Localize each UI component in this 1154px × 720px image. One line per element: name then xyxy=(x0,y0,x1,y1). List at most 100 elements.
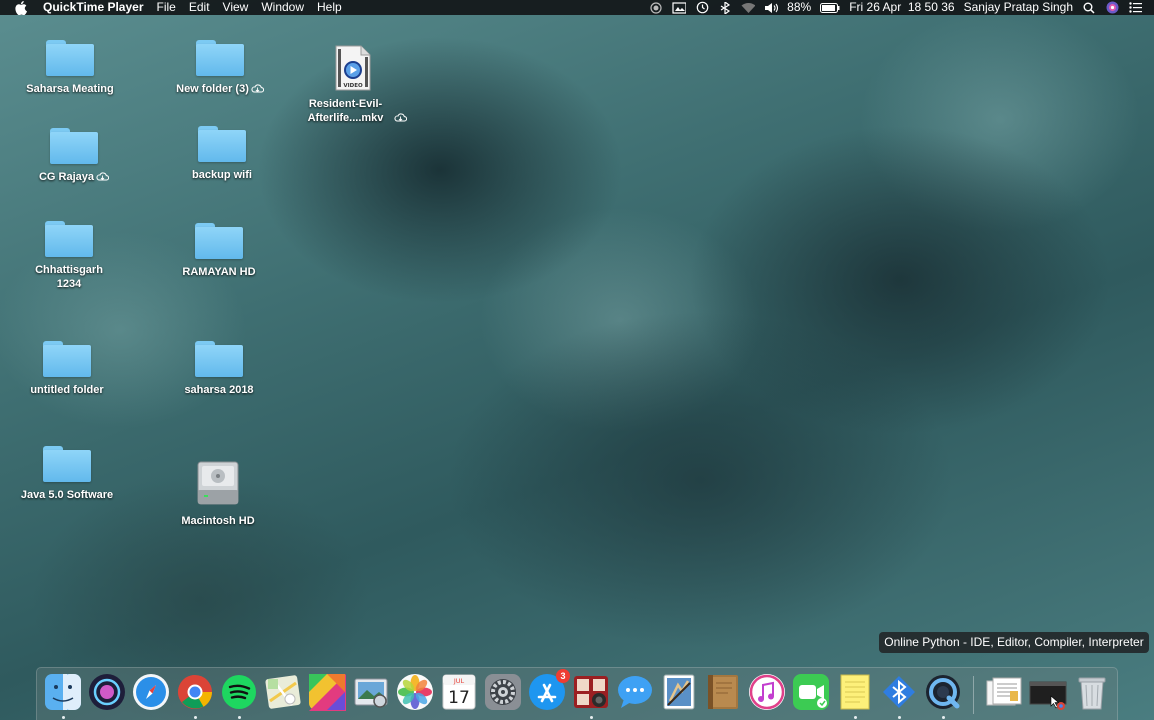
desktop-folder-new-folder-3[interactable]: New folder (3) xyxy=(160,40,280,96)
calendar-day: 17 xyxy=(448,688,470,708)
siri-icon xyxy=(89,674,125,710)
running-indicator xyxy=(898,716,901,719)
dock-facetime[interactable] xyxy=(792,673,830,711)
dock-documents-stack[interactable] xyxy=(985,673,1023,711)
dock-spotify[interactable] xyxy=(220,673,258,719)
siri-menu-icon[interactable] xyxy=(1105,1,1119,14)
dock-app-store[interactable]: 3 xyxy=(528,669,570,711)
window-menu[interactable]: Window xyxy=(261,0,304,15)
spotify-icon xyxy=(222,675,256,709)
dock-trash[interactable] xyxy=(1073,673,1111,711)
calendar-month: JUL xyxy=(453,677,465,685)
trash-icon xyxy=(1078,677,1106,710)
dock-separator xyxy=(973,676,974,714)
folder-icon xyxy=(195,341,243,377)
desktop-item-label: saharsa 2018 xyxy=(184,384,254,396)
dock-system-preferences[interactable] xyxy=(484,673,522,711)
folder-icon xyxy=(46,40,94,76)
desktop-folder-chhattisgarh-1234[interactable]: Chhattisgarh 1234 xyxy=(9,221,129,291)
dock-finder[interactable] xyxy=(44,673,82,719)
safari-icon xyxy=(133,674,169,710)
dock-bluetooth[interactable] xyxy=(880,673,918,719)
dock-chrome[interactable] xyxy=(176,673,214,719)
folder-icon xyxy=(198,126,246,162)
desktop-item-label: Saharsa Meating xyxy=(26,83,114,95)
folder-icon xyxy=(195,223,243,259)
running-indicator xyxy=(194,716,197,719)
chrome-icon xyxy=(178,675,212,709)
dock-siri[interactable] xyxy=(88,673,126,711)
file-menu[interactable]: File xyxy=(157,0,176,15)
chrome-window-icon xyxy=(1029,681,1067,710)
spotlight-search-icon[interactable] xyxy=(1082,1,1096,14)
running-indicator xyxy=(62,716,65,719)
dock-preview-2[interactable] xyxy=(660,673,698,711)
folder-icon xyxy=(45,221,93,257)
desktop-folder-backup-wifi[interactable]: backup wifi xyxy=(162,126,282,182)
dock-maps[interactable] xyxy=(264,673,302,711)
edit-menu[interactable]: Edit xyxy=(189,0,210,15)
folder-icon xyxy=(50,128,98,164)
battery-icon[interactable] xyxy=(820,1,840,14)
documents-icon xyxy=(986,677,1022,706)
desktop-item-label: CG Rajaya xyxy=(38,171,95,183)
clock[interactable]: Fri 26 Apr 18 50 36 xyxy=(849,0,954,15)
desktop-item-label: backup wifi xyxy=(192,169,252,181)
help-menu[interactable]: Help xyxy=(317,0,342,15)
app-store-badge: 3 xyxy=(556,669,570,683)
dock-stickies[interactable] xyxy=(836,673,874,719)
dock-photo-booth-2[interactable] xyxy=(572,673,610,719)
desktop-item-label: RAMAYAN HD xyxy=(182,266,256,278)
hard-drive-icon xyxy=(196,460,240,506)
desktop-folder-saharsa-meating[interactable]: Saharsa Meating xyxy=(10,40,130,96)
dock-notes-book[interactable] xyxy=(704,673,742,711)
dock-calendar[interactable]: JUL 17 xyxy=(440,673,478,711)
desktop-folder-cg-rajaya[interactable]: CG Rajaya xyxy=(14,128,134,184)
quicktime-icon xyxy=(926,675,960,709)
icloud-icon xyxy=(393,113,407,122)
notification-center-icon[interactable] xyxy=(1128,1,1142,14)
wifi-icon[interactable] xyxy=(741,1,756,14)
record-icon[interactable] xyxy=(649,1,663,14)
view-menu[interactable]: View xyxy=(223,0,249,15)
video-file-icon: VIDEO xyxy=(335,45,371,91)
user-name-menu[interactable]: Sanjay Pratap Singh xyxy=(964,0,1073,15)
dock-safari[interactable] xyxy=(132,673,170,711)
dock-preview[interactable] xyxy=(352,673,390,711)
dock-photo-booth[interactable] xyxy=(308,673,346,711)
dock-chrome-window[interactable] xyxy=(1029,673,1067,711)
finder-icon xyxy=(45,674,81,710)
desktop-folder-saharsa-2018[interactable]: saharsa 2018 xyxy=(159,341,279,397)
running-indicator xyxy=(238,716,241,719)
desktop-folder-ramayan-hd[interactable]: RAMAYAN HD xyxy=(159,223,279,279)
menu-bar: QuickTime Player File Edit View Window H… xyxy=(0,0,1154,15)
running-indicator xyxy=(854,716,857,719)
desktop-drive-macintosh-hd[interactable]: Macintosh HD xyxy=(158,460,278,528)
desktop-file-resident-evil-video[interactable]: VIDEO Resident-Evil-Afterlife....mkv xyxy=(293,45,413,125)
image-capture-icon[interactable] xyxy=(672,1,687,14)
volume-icon[interactable] xyxy=(764,1,779,14)
apple-menu-icon[interactable] xyxy=(15,0,29,15)
photos-icon xyxy=(397,674,433,710)
desktop-folder-java-5-software[interactable]: Java 5.0 Software xyxy=(7,446,127,502)
system-preferences-icon xyxy=(485,674,521,710)
app-name-menu[interactable]: QuickTime Player xyxy=(43,0,144,15)
dock-itunes[interactable] xyxy=(748,673,786,711)
messages-icon xyxy=(618,676,652,708)
desktop-item-label: Chhattisgarh 1234 xyxy=(35,264,103,290)
folder-icon xyxy=(43,446,91,482)
desktop-item-label: Resident-Evil-Afterlife....mkv xyxy=(307,98,384,124)
desktop-folder-untitled-folder[interactable]: untitled folder xyxy=(7,341,127,397)
bluetooth-menu-icon[interactable] xyxy=(718,1,732,14)
calendar-icon: JUL 17 xyxy=(442,674,476,710)
dock-messages[interactable] xyxy=(616,673,654,711)
video-badge-text: VIDEO xyxy=(343,83,363,89)
folder-icon xyxy=(196,40,244,76)
dock: JUL 17 3 xyxy=(36,667,1118,720)
time-machine-icon[interactable] xyxy=(695,1,709,14)
bluetooth-icon xyxy=(883,676,915,708)
itunes-icon xyxy=(749,674,785,710)
dock-photos[interactable] xyxy=(396,673,434,711)
dock-quicktime[interactable] xyxy=(924,673,962,719)
dock-tooltip: Online Python - IDE, Editor, Compiler, I… xyxy=(879,632,1149,653)
